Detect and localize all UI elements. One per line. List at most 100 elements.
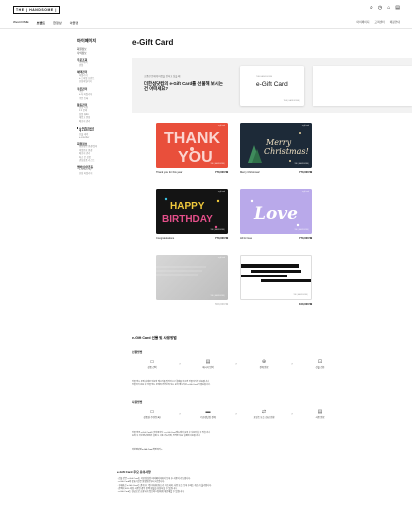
nav-welcome[interactable]: WeLCOME (13, 20, 29, 25)
gift-step: ⊡ 선물 전송 (300, 359, 340, 369)
sidebar-title: 마이페이지 (77, 38, 97, 43)
chevron-right-icon: › (291, 361, 293, 366)
card-price: 100,000 ₩ (299, 303, 312, 306)
menu-icon[interactable]: ▤ (395, 5, 400, 11)
step-label: 메시지 입력 (202, 367, 214, 369)
search-icon[interactable]: ⌕ (370, 5, 373, 11)
sidebar-sub-item[interactable]: 반품 (77, 65, 127, 68)
step-label: 선물 전송 (315, 367, 325, 369)
gift-step: ⊕ 결제 완료 (244, 359, 284, 369)
card-price: 770,000 ₩ (215, 171, 228, 174)
svg-text:Merry: Merry (265, 138, 292, 147)
gift-note-line: 선물하기 완료 후 선물 받는 분에게 카카오톡 또는 문자 메시지로 e-Gi… (132, 384, 211, 386)
svg-text:YOU: YOU (178, 149, 213, 166)
svg-text:BIRTHDAY: BIRTHDAY (162, 214, 213, 225)
card-label: Thank you for this year (156, 171, 183, 174)
banner-card-small: THE HANDSOME (256, 76, 273, 78)
step-label: 상품 선택 (147, 367, 157, 369)
gift-card-silver[interactable]: e-gift card THE | HANDSOME | (156, 255, 228, 300)
chevron-right-icon: › (235, 411, 237, 416)
step-label: 더한섬닷컴 결제 (200, 417, 216, 419)
use-note: 선물 받은 e-Gift Card는 마이페이지 > e-Gift Card 메… (132, 432, 342, 438)
header-icons: ⌕ ◷ ⌂ ▤ (370, 5, 400, 11)
card-brand: THE | HANDSOME | (210, 164, 225, 165)
banner-card-brand: THE | HANDSOME | (283, 100, 300, 102)
gift-card-love[interactable]: Love e-gift card THE | HANDSOME | (240, 189, 312, 234)
card-brand: THE | HANDSOME | (210, 296, 225, 297)
use-method-title: 사용방법 (132, 400, 143, 404)
gift-method-title: 선물방법 (132, 350, 143, 354)
user-icon[interactable]: ◷ (378, 5, 382, 11)
svg-text:Love: Love (253, 204, 298, 224)
gift-card-white[interactable]: THE | HANDSOME | (240, 255, 312, 300)
mypage-sidebar: 마이페이지 회원정보 나의정보 주문조회 주문내역 반품 혜택관리 마일리지 e… (77, 38, 127, 176)
chevron-right-icon: › (179, 361, 181, 366)
header-divider (0, 28, 412, 29)
banner-card-preview: THE HANDSOME e-Gift Card THE | HANDSOME … (240, 66, 304, 106)
step-label: 포인트 또는 현금 전환 (253, 417, 275, 419)
gift-card-christmas[interactable]: Merry Christmas! e-gift card THE | HANDS… (240, 123, 312, 168)
use-note-line: 등록 후 더한섬닷컴에서 결제 시 사용 가능하며, 잔액은 다음 결제에 사용… (132, 435, 201, 437)
card-brand: THE | HANDSOME | (210, 230, 225, 231)
faq-list: · 선물 받은 e-Gift Card는 더한섬닷컴 마이페이지에서 등록 후 … (117, 478, 347, 494)
faq-title: e-Gift Card 주요 유의사항 (117, 470, 151, 474)
use-step: ▭ 상품권 수령(등록) (132, 409, 172, 419)
gift-step: ▤ 메시지 입력 (188, 359, 228, 369)
util-mypage[interactable]: 마이페이지 (357, 20, 370, 24)
sidebar-sub-item[interactable]: 쿠폰 등록 (77, 98, 127, 101)
gift-banner: 소중한 분에게 마음을 전하고 싶을 때 더한섬닷컴의 e-Gift Card를… (132, 58, 412, 113)
gift-card-thankyou[interactable]: THANK YOU e-gift card THE | HANDSOME | (156, 123, 228, 168)
use-steps: ▭ 상품권 수령(등록) › ▬ 더한섬닷컴 결제 › ⇄ 포인트 또는 현금 전환 … (132, 409, 340, 419)
site-logo[interactable]: THE | HANDSOME | (13, 6, 60, 14)
card-label: Merry Christmas! (240, 171, 260, 174)
util-cs[interactable]: 고객센터 (374, 20, 384, 24)
card-price: 500,000 ₩ (215, 303, 228, 306)
use-step: ▬ 더한섬닷컴 결제 (188, 409, 228, 419)
svg-text:THANK: THANK (164, 130, 220, 147)
egift-link[interactable]: 더한섬닷컴 e-Gift Card 확인하기 > (132, 449, 162, 452)
card-brand: THE | HANDSOME | (293, 295, 308, 296)
sidebar-sub-item[interactable]: 한섬 마일리지 (77, 173, 127, 176)
page-title: e-Gift Card (132, 38, 174, 47)
gift-steps: ▭ 상품 선택 › ▤ 메시지 입력 › ⊕ 결제 완료 › ⊡ 선물 전송 (132, 359, 340, 369)
nav-limited[interactable]: 한정상 (53, 20, 62, 25)
card-label: Congratulations (156, 237, 175, 240)
chevron-right-icon: › (179, 411, 181, 416)
gift-card-birthday[interactable]: HAPPY BIRTHDAY e-gift card THE | HANDSOM… (156, 189, 228, 234)
card-price: 770,000 ₩ (215, 237, 228, 240)
sidebar-sub-item[interactable]: 한섬마일리지 (77, 81, 127, 84)
sidebar-sub-item[interactable]: 배송지 관리 (77, 121, 127, 124)
card-tag: e-gift card (217, 126, 225, 127)
nav-outlet[interactable]: 아울렛 (70, 20, 79, 25)
card-tag: e-gift card (301, 126, 309, 127)
use-step: ⇄ 포인트 또는 현금 전환 (244, 409, 284, 419)
use-step: ▤ 사용 완료 (300, 409, 340, 419)
banner-card-preview-2 (313, 66, 412, 106)
step-label: 결제 완료 (259, 367, 269, 369)
faq-line: · e-Gift Card는 현금으로 교환되지 않으며 타인에게 재판매할 수… (117, 491, 185, 494)
svg-text:HAPPY: HAPPY (170, 201, 205, 212)
step-label: 사용 완료 (315, 417, 325, 419)
card-tag: e-gift card (217, 192, 225, 193)
birthday-art: HAPPY BIRTHDAY (162, 197, 220, 229)
bag-icon[interactable]: ⌂ (387, 5, 390, 11)
card-tag: e-gift card (217, 258, 225, 259)
thankyou-art: THANK YOU (164, 130, 220, 166)
banner-headline: 더한섬닷컴의 e-Gift Card를 선물해 보시는 건 어떠세요? (144, 81, 223, 92)
chevron-right-icon: › (291, 411, 293, 416)
sidebar-sub-item[interactable]: e-voucher (77, 137, 127, 140)
card-price: 770,000 ₩ (299, 171, 312, 174)
step-label: 상품권 수령(등록) (143, 417, 161, 419)
main-navigation: WeLCOME 브랜드 한정상 아울렛 (13, 20, 78, 25)
sidebar-sub-item[interactable]: 관심상품 리스트 (77, 160, 127, 163)
christmas-art: Merry Christmas! (248, 132, 309, 163)
card-tag: e-gift card (301, 192, 309, 193)
card-brand: THE | HANDSOME | (294, 164, 309, 165)
svg-text:Christmas!: Christmas! (264, 147, 309, 156)
howto-title: e-Gift Card 선물 및 사용방법 (132, 336, 177, 340)
card-price: 770,000 ₩ (299, 237, 312, 240)
sidebar-item-myinfo[interactable]: 나의정보 (77, 52, 127, 56)
nav-brand[interactable]: 브랜드 (37, 20, 46, 25)
util-store[interactable]: 매장안내 (390, 20, 400, 24)
banner-subtitle: 소중한 분에게 마음을 전하고 싶을 때 (144, 75, 181, 78)
